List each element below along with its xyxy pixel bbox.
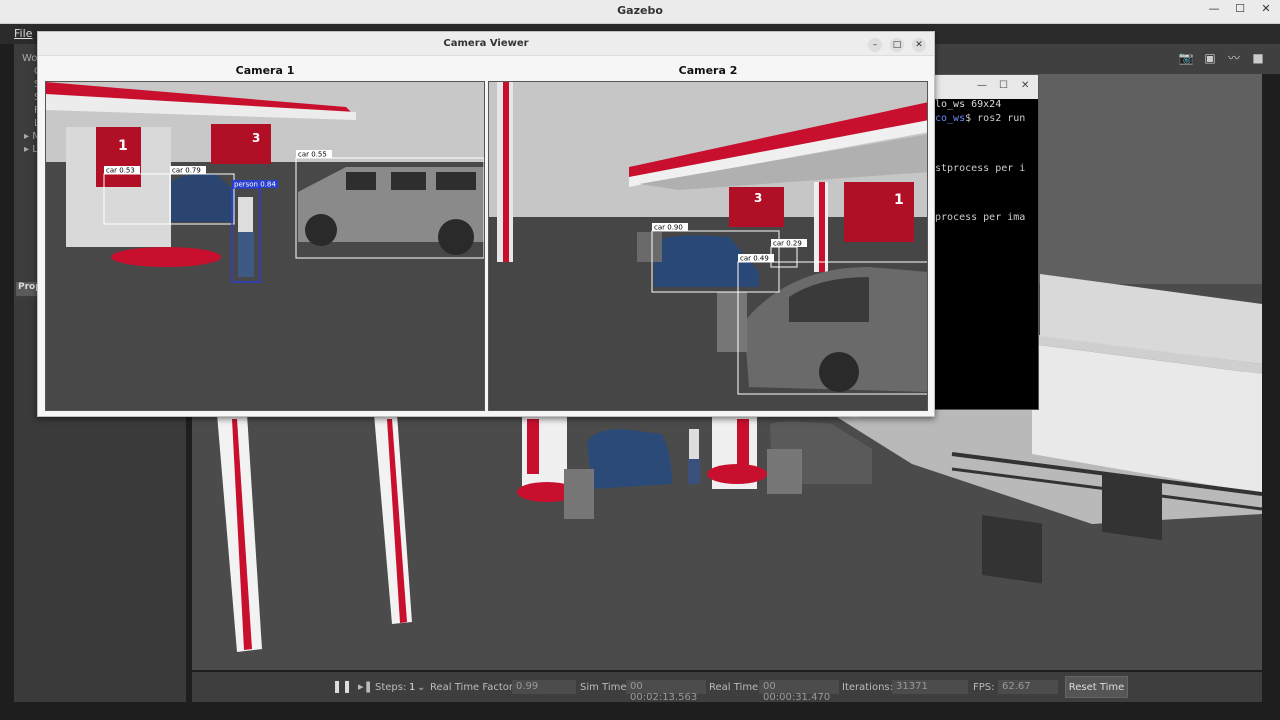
pump-number: 1 [118,138,128,154]
maximize-icon[interactable]: □ [890,38,904,52]
fps-field: 62.67 [998,680,1058,694]
menu-file[interactable]: File [14,27,32,40]
app-titlebar: Gazebo — ☐ ✕ [0,0,1280,24]
steps-value[interactable]: 1 [409,682,415,693]
store-window [1102,471,1162,541]
detection-label: person 0.84 [234,181,276,189]
maximize-icon[interactable]: ☐ [999,80,1008,91]
camera1-image: 1 3 car 0.53 car 0.79 person 0.84 car 0.… [46,82,484,410]
camera2-image: 3 1 car 0.90 car 0.29 car 0.49 [489,82,927,410]
pump-number: 1 [894,192,904,208]
step-icon[interactable]: ▸❚ [358,680,373,693]
scene-car-blue [587,429,672,489]
terminal-line: stprocess per i [935,163,1026,174]
reset-time-button[interactable]: Reset Time [1065,676,1128,698]
real-time-label: Real Time: [709,682,762,693]
minimize-icon[interactable]: — [977,80,987,91]
terminal-line: co_ws$ ros2 run [935,113,1026,124]
terminal-title: lo_ws 69x24 [935,99,1002,110]
steps-label: Steps: [375,682,407,693]
app-window-controls: — ☐ ✕ [1208,2,1272,15]
iterations-field: 31371 [892,680,968,694]
close-icon[interactable]: ✕ [912,38,926,52]
detection-label: car 0.53 [106,167,135,175]
screenshot-icon[interactable]: 📷 [1178,51,1194,65]
statusbar: ❚❚ ▸❚ Steps: 1 ⌄ Real Time Factor: 0.99 … [192,672,1262,703]
detection-label: car 0.29 [773,240,802,248]
detection-label: car 0.79 [172,167,201,175]
pump-number: 3 [252,131,260,145]
maximize-icon[interactable]: ☐ [1234,2,1246,15]
log-icon[interactable]: ▣ [1202,51,1218,65]
store-window [982,515,1042,584]
detection-label: car 0.90 [654,224,683,232]
detection-label: car 0.49 [740,255,769,263]
iterations-label: Iterations: [842,682,893,693]
terminal-titlebar: — ☐ ✕ [929,75,1038,99]
camera2-feed: 3 1 car 0.90 car 0.29 car 0.49 [488,81,928,411]
sim-time-field: 00 00:02:13.563 [626,680,706,703]
sim-time-label: Sim Time: [580,682,630,693]
pause-icon[interactable]: ❚❚ [332,679,352,693]
scene-toolbar: 📷 ▣ 〰 ■ [934,44,1280,74]
detection-label: car 0.55 [298,151,327,159]
app-title: Gazebo [617,4,663,17]
camera1-feed: 1 3 car 0.53 car 0.79 person 0.84 car 0.… [45,81,485,411]
camera-viewer-window[interactable]: Camera Viewer – □ ✕ Camera 1 Camera 2 1 … [37,31,935,417]
minimize-icon[interactable]: – [868,38,882,52]
plot-icon[interactable]: 〰 [1226,51,1242,65]
rtf-label: Real Time Factor: [430,682,517,693]
real-time-field: 00 00:00:31.470 [759,680,839,703]
camera-viewer-controls: – □ ✕ [868,38,926,52]
pump-number: 3 [754,191,762,205]
close-icon[interactable]: ✕ [1260,2,1272,15]
fps-label: FPS: [973,682,995,693]
camera1-label: Camera 1 [235,64,295,77]
terminal-line: process per ima [935,212,1026,223]
rtf-field: 0.99 [512,680,576,694]
minimize-icon[interactable]: — [1208,2,1220,15]
terminal-window[interactable]: — ☐ ✕ lo_ws 69x24 co_ws$ ros2 run stproc… [928,74,1039,410]
chevron-down-icon[interactable]: ⌄ [417,682,425,693]
camera-viewer-title: Camera Viewer [38,32,934,56]
video-record-icon[interactable]: ■ [1250,51,1266,65]
camera2-label: Camera 2 [678,64,738,77]
close-icon[interactable]: ✕ [1021,80,1029,91]
